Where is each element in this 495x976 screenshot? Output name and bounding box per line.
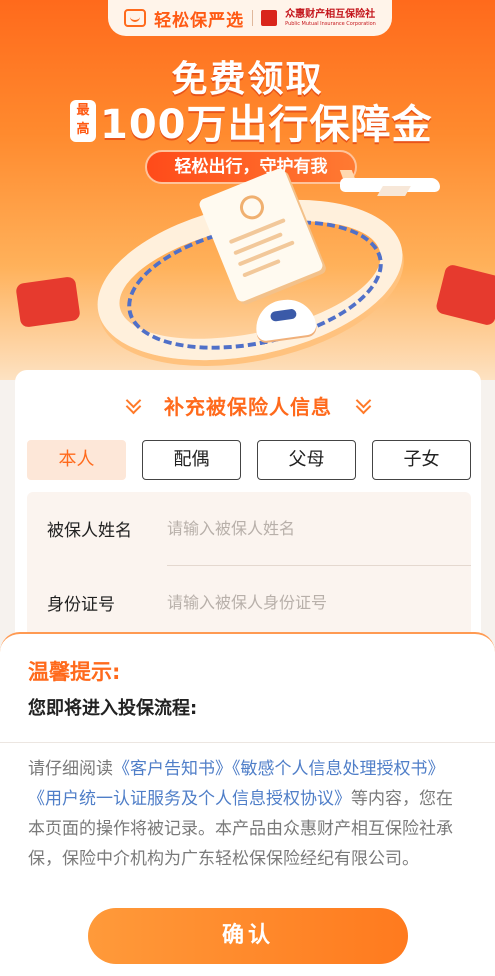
hero-amount: 100万出行保障金 — [100, 102, 433, 148]
hero-amount-line: 最高 100万出行保障金 — [70, 92, 433, 150]
hero-banner: 轻松保严选 众惠财产相互保险社 Public Mutual Insurance … — [0, 0, 495, 380]
brand-divider — [252, 10, 254, 26]
customer-notice-link[interactable]: 《客户告知书》 — [113, 759, 232, 779]
id-field-row: 身份证号 — [27, 566, 471, 640]
chevron-down-icon — [354, 396, 372, 414]
max-badge: 最高 — [70, 100, 96, 142]
red-envelope-icon — [434, 263, 495, 327]
card-title: 补充被保险人信息 — [164, 394, 332, 419]
name-label: 被保人姓名 — [47, 521, 132, 541]
brand-bar: 轻松保严选 众惠财产相互保险社 Public Mutual Insurance … — [108, 0, 392, 36]
partner-name-en: Public Mutual Insurance Corporation — [285, 20, 376, 27]
partner-logo-icon — [261, 10, 278, 26]
partner-name: 众惠财产相互保险社 Public Mutual Insurance Corpor… — [285, 8, 376, 27]
user-auth-agreement-link[interactable]: 《用户统一认证服务及个人信息授权协议》 — [28, 789, 351, 809]
card-header: 补充被保险人信息 — [15, 390, 481, 420]
notice-intro: 请仔细阅读 — [28, 759, 113, 779]
name-input[interactable] — [167, 514, 457, 542]
notice-subtitle: 您即将进入投保流程: — [28, 698, 198, 719]
notice-title: 温馨提示: — [28, 660, 121, 684]
relation-tab-parents[interactable]: 父母 — [257, 440, 356, 480]
max-badge-text: 最高 — [76, 103, 90, 137]
notice-body: 请仔细阅读《客户告知书》《敏感个人信息处理授权书》《用户统一认证服务及个人信息授… — [28, 754, 468, 874]
relation-tab-spouse[interactable]: 配偶 — [142, 440, 241, 480]
relation-tab-self[interactable]: 本人 — [27, 440, 126, 480]
sensitive-info-auth-link[interactable]: 《敏感个人信息处理授权书》 — [232, 759, 445, 779]
confirm-button[interactable]: 确认 — [88, 908, 408, 964]
red-envelope-icon — [15, 276, 81, 328]
insured-info-card: 补充被保险人信息 本人 配偶 父母 子女 被保人姓名 身份证号 — [15, 370, 481, 670]
id-label: 身份证号 — [47, 595, 115, 615]
airplane-icon — [339, 170, 450, 196]
relation-tab-children[interactable]: 子女 — [372, 440, 471, 480]
partner-name-cn: 众惠财产相互保险社 — [285, 8, 376, 20]
cat-logo-icon — [124, 9, 147, 27]
name-field-row: 被保人姓名 — [27, 492, 471, 566]
brand-name: 轻松保严选 — [154, 10, 245, 31]
seal-icon — [236, 191, 268, 223]
id-number-input[interactable] — [167, 588, 457, 616]
relation-tabs: 本人 配偶 父母 子女 — [27, 440, 471, 480]
chevron-down-icon — [124, 396, 142, 414]
divider — [0, 742, 495, 743]
